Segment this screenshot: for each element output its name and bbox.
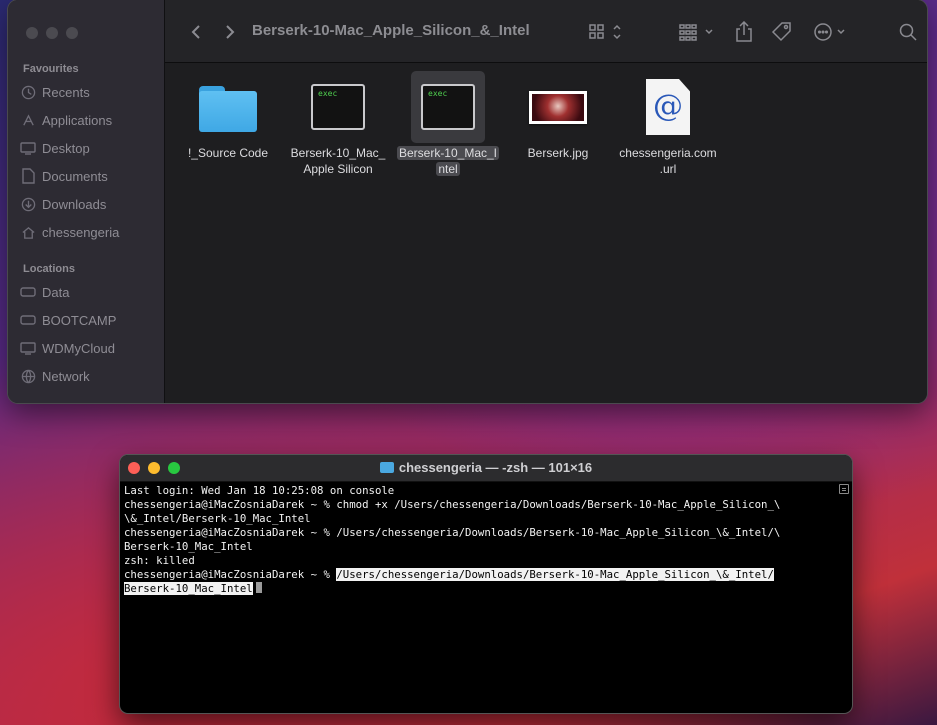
prompt: chessengeria@iMacZosniaDarek ~ %	[124, 568, 337, 581]
group-icon	[679, 24, 713, 41]
display-icon	[20, 340, 36, 356]
terminal-line: chessengeria@iMacZosniaDarek ~ % /Users/…	[124, 568, 834, 582]
file-item-chessengeria-url[interactable]: @ chessengeria.com .url	[613, 71, 723, 177]
sidebar-item-recents[interactable]: Recents	[20, 81, 90, 103]
sidebar-item-label: Network	[42, 368, 90, 384]
finder-toolbar: Berserk-10-Mac_Apple_Silicon_&_Intel	[165, 0, 927, 63]
tags-button[interactable]	[771, 20, 793, 44]
terminal-line: chessengeria@iMacZosniaDarek ~ % chmod +…	[124, 498, 781, 511]
terminal-output[interactable]: Last login: Wed Jan 18 10:25:08 on conso…	[124, 484, 834, 596]
file-grid: !_Source Code exec Berserk-10_Mac_ Apple …	[165, 63, 927, 403]
drive-icon	[20, 312, 36, 328]
more-icon	[814, 23, 845, 41]
file-name: Berserk.jpg	[527, 146, 589, 160]
folder-icon	[379, 462, 394, 473]
terminal-line: chessengeria@iMacZosniaDarek ~ % /Users/…	[124, 526, 781, 539]
sidebar-section-locations: Locations	[23, 263, 75, 275]
search-button[interactable]	[899, 20, 917, 44]
file-name: Berserk-10_Mac_I ntel	[396, 146, 500, 176]
back-button[interactable]	[189, 24, 203, 40]
clock-icon	[20, 84, 36, 100]
home-icon	[20, 224, 36, 240]
finder-window: Favourites Recents Applications Desktop …	[8, 0, 927, 403]
zoom-button[interactable]	[66, 27, 78, 39]
sidebar-item-desktop[interactable]: Desktop	[20, 137, 90, 159]
terminal-line: Last login: Wed Jan 18 10:25:08 on conso…	[124, 484, 395, 497]
applications-icon	[20, 112, 36, 128]
minimize-button[interactable]	[46, 27, 58, 39]
grid-view-icon	[589, 24, 621, 40]
file-item-berserk-jpg[interactable]: Berserk.jpg	[503, 71, 613, 161]
desktop-icon	[20, 140, 36, 156]
sidebar-item-downloads[interactable]: Downloads	[20, 193, 106, 215]
drive-icon	[20, 284, 36, 300]
terminal-window: chessengeria — -zsh — 101×16 Last login:…	[120, 455, 852, 713]
file-name: Berserk-10_Mac_ Apple Silicon	[290, 146, 386, 176]
selected-text: Berserk-10_Mac_Intel	[124, 582, 253, 595]
forward-button[interactable]	[223, 24, 237, 40]
terminal-line: zsh: killed	[124, 554, 195, 567]
terminal-line: Berserk-10_Mac_Intel	[124, 540, 253, 553]
download-icon	[20, 196, 36, 212]
terminal-title: chessengeria — -zsh — 101×16	[398, 460, 593, 475]
close-button[interactable]	[26, 27, 38, 39]
finder-sidebar: Favourites Recents Applications Desktop …	[8, 0, 165, 403]
sidebar-item-applications[interactable]: Applications	[20, 109, 112, 131]
sidebar-item-chessengeria[interactable]: chessengeria	[20, 221, 119, 243]
exec-icon: exec	[421, 84, 475, 130]
window-controls	[26, 27, 78, 39]
file-item-berserk-intel[interactable]: exec Berserk-10_Mac_I ntel	[393, 71, 503, 177]
folder-icon	[199, 82, 257, 132]
sidebar-item-bootcamp[interactable]: BOOTCAMP	[20, 309, 116, 331]
sidebar-item-label: Downloads	[42, 196, 107, 212]
sidebar-item-label: Recents	[42, 84, 90, 100]
actions-button[interactable]	[813, 20, 849, 44]
sidebar-item-data[interactable]: Data	[20, 281, 69, 303]
search-icon	[899, 23, 917, 41]
share-button[interactable]	[735, 20, 753, 44]
file-item-source-code[interactable]: !_Source Code	[173, 71, 283, 161]
text-cursor	[255, 582, 262, 593]
url-file-icon: @	[646, 79, 690, 135]
sidebar-item-label: Desktop	[42, 140, 90, 156]
sidebar-item-label: WDMyCloud	[42, 340, 115, 356]
group-button[interactable]	[679, 20, 717, 44]
tag-icon	[771, 22, 791, 42]
sidebar-item-network[interactable]: Network	[20, 365, 90, 387]
sidebar-item-label: Data	[42, 284, 70, 300]
chevron-left-icon	[191, 25, 200, 39]
window-title: Berserk-10-Mac_Apple_Silicon_&_Intel	[252, 22, 530, 39]
exec-icon: exec	[311, 84, 365, 130]
sidebar-item-label: BOOTCAMP	[42, 312, 117, 328]
sidebar-item-wdmycloud[interactable]: WDMyCloud	[20, 337, 115, 359]
image-thumbnail	[529, 90, 587, 124]
chevron-right-icon	[226, 25, 235, 39]
sidebar-section-favourites: Favourites	[23, 63, 79, 75]
sidebar-item-label: Documents	[42, 168, 108, 184]
file-name: !_Source Code	[187, 146, 269, 160]
selected-text: /Users/chessengeria/Downloads/Berserk-10…	[336, 568, 774, 581]
file-item-berserk-apple-silicon[interactable]: exec Berserk-10_Mac_ Apple Silicon	[283, 71, 393, 177]
sidebar-item-label: chessengeria	[42, 224, 120, 240]
scroll-marker-icon[interactable]	[839, 484, 849, 494]
sidebar-item-documents[interactable]: Documents	[20, 165, 108, 187]
globe-icon	[20, 368, 36, 384]
terminal-line: Berserk-10_Mac_Intel	[124, 582, 834, 596]
terminal-line: \&_Intel/Berserk-10_Mac_Intel	[124, 512, 311, 525]
document-icon	[20, 168, 36, 184]
terminal-titlebar: chessengeria — -zsh — 101×16	[120, 455, 852, 482]
sidebar-item-label: Applications	[42, 112, 113, 128]
share-icon	[736, 21, 752, 42]
view-mode-button[interactable]	[589, 20, 623, 44]
file-name: chessengeria.com .url	[619, 146, 717, 176]
